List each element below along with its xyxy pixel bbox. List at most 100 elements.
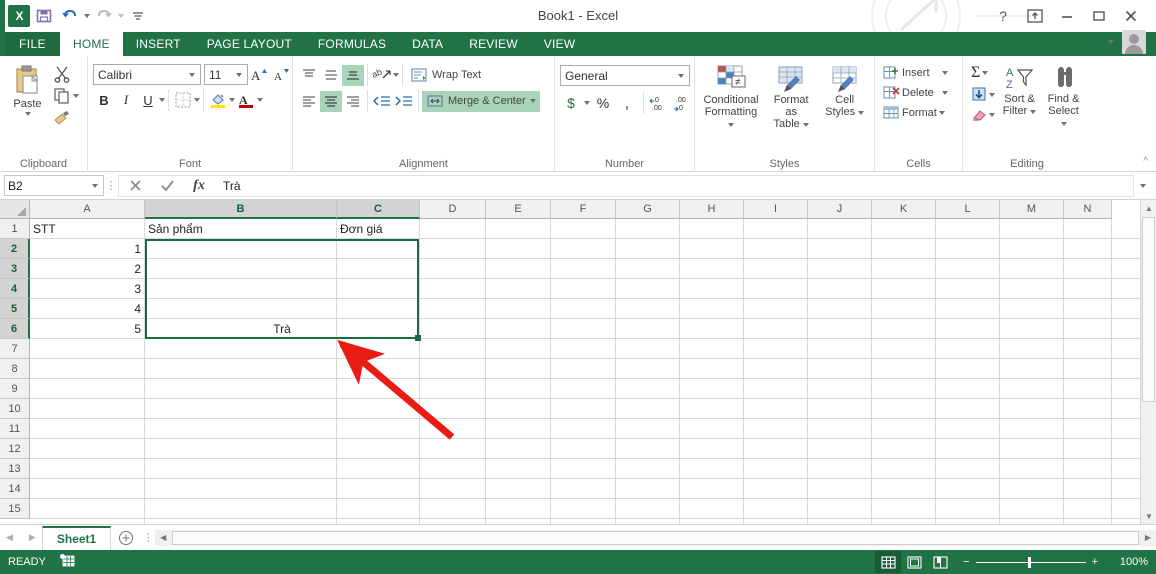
sort-filter-dropdown-icon[interactable] [1030, 110, 1037, 114]
scroll-left-button[interactable]: ◀ [155, 529, 172, 546]
column-header-L[interactable]: L [936, 200, 1000, 219]
window-controls[interactable]: ? [988, 0, 1146, 32]
row-header-7[interactable]: 7 [0, 339, 30, 359]
sheet-nav-buttons[interactable]: ◀ ▶ [0, 532, 42, 543]
cell-styles-button[interactable]: Cell Styles [820, 62, 869, 120]
column-header-F[interactable]: F [551, 200, 616, 219]
page-break-view-button[interactable] [927, 551, 953, 573]
cell-styles-dropdown-icon[interactable] [858, 111, 865, 115]
tab-page-layout[interactable]: PAGE LAYOUT [194, 32, 305, 56]
scroll-down-button[interactable]: ▼ [1141, 508, 1156, 524]
align-top-button[interactable] [298, 65, 320, 86]
font-name-dropdown-icon[interactable] [189, 72, 195, 77]
find-select-dropdown-icon[interactable] [1060, 122, 1067, 126]
record-macro-icon[interactable] [59, 554, 75, 570]
minimize-button[interactable] [1052, 2, 1082, 30]
scroll-up-button[interactable]: ▲ [1141, 200, 1156, 216]
tab-formulas[interactable]: FORMULAS [305, 32, 399, 56]
cell-A6[interactable]: 5 [30, 319, 145, 339]
delete-cells-button[interactable]: Delete [880, 84, 951, 101]
tab-splitter[interactable]: ⋮ [141, 531, 155, 544]
column-header-J[interactable]: J [808, 200, 872, 219]
font-color-button[interactable]: A [235, 90, 257, 111]
underline-dropdown-icon[interactable] [159, 98, 165, 102]
column-header-C[interactable]: C [337, 200, 420, 219]
sheet-next-icon[interactable]: ▶ [29, 532, 36, 543]
merge-and-center-button[interactable]: Merge & Center [422, 90, 540, 112]
cancel-icon[interactable] [119, 175, 151, 196]
font-color-dropdown-icon[interactable] [257, 98, 263, 102]
align-left-button[interactable] [298, 91, 320, 112]
sheet-tab-strip[interactable]: ◀ ▶ Sheet1 ⋮ ◀ ▶ [0, 524, 1156, 550]
row-header-3[interactable]: 3 [0, 259, 30, 279]
format-painter-button[interactable] [50, 108, 82, 128]
sheet-prev-icon[interactable]: ◀ [6, 532, 13, 543]
align-bottom-button[interactable] [342, 64, 364, 86]
copy-dropdown-icon[interactable] [73, 94, 79, 98]
add-sheet-button[interactable] [111, 530, 141, 546]
autosum-button[interactable]: Σ [968, 63, 998, 83]
row-header-5[interactable]: 5 [0, 299, 30, 319]
zoom-out-button[interactable]: − [963, 556, 969, 568]
merged-cell-B2-C6[interactable]: Trà [145, 239, 421, 341]
column-header-K[interactable]: K [872, 200, 936, 219]
tab-home[interactable]: HOME [59, 32, 123, 56]
column-header-D[interactable]: D [420, 200, 486, 219]
column-header-E[interactable]: E [486, 200, 551, 219]
vertical-scroll-thumb[interactable] [1142, 217, 1155, 402]
align-right-button[interactable] [342, 91, 364, 112]
format-cells-button[interactable]: Format [880, 104, 948, 121]
row-header-6[interactable]: 6 [0, 319, 30, 339]
decrease-font-size-button[interactable]: A [270, 64, 292, 85]
fill-button[interactable] [968, 86, 998, 103]
wrap-text-button[interactable]: Wrap Text [406, 65, 485, 86]
column-header-A[interactable]: A [30, 200, 145, 219]
formula-input[interactable]: Trà [215, 174, 1134, 197]
quick-access-toolbar[interactable]: X [0, 0, 150, 32]
zoom-level[interactable]: 100% [1108, 556, 1148, 568]
align-center-button[interactable] [320, 90, 342, 112]
fill-dropdown-icon[interactable] [989, 92, 995, 97]
tab-file[interactable]: FILE [5, 32, 60, 56]
orientation-dropdown-icon[interactable] [393, 73, 399, 77]
zoom-track[interactable] [975, 556, 1086, 568]
column-header-G[interactable]: G [616, 200, 680, 219]
formula-bar-buttons[interactable]: fx [118, 174, 215, 197]
vertical-scrollbar[interactable]: ▲ ▼ [1140, 200, 1156, 524]
font-name-input[interactable]: Calibri [93, 64, 201, 85]
row-header-11[interactable]: 11 [0, 419, 30, 439]
row-header-8[interactable]: 8 [0, 359, 30, 379]
borders-button[interactable] [172, 90, 194, 111]
save-icon[interactable] [32, 4, 56, 28]
signin-dropdown-icon[interactable] [1108, 40, 1114, 44]
orientation-button[interactable]: ab [371, 65, 393, 86]
italic-button[interactable]: I [115, 90, 137, 111]
normal-view-button[interactable] [875, 551, 902, 573]
tab-insert[interactable]: INSERT [123, 32, 194, 56]
bold-button[interactable]: B [93, 90, 115, 111]
row-header-10[interactable]: 10 [0, 399, 30, 419]
conditional-formatting-button[interactable]: ≠ Conditional Formatting [700, 62, 762, 132]
accounting-format-button[interactable]: $ [560, 93, 582, 114]
format-dropdown-icon[interactable] [938, 110, 945, 115]
cell-B1[interactable]: Sản phẩm [145, 219, 337, 239]
font-size-input[interactable]: 11 [204, 64, 248, 85]
underline-button[interactable]: U [137, 90, 159, 111]
row-header-1[interactable]: 1 [0, 219, 30, 239]
tab-view[interactable]: VIEW [531, 32, 588, 56]
row-header-14[interactable]: 14 [0, 479, 30, 499]
ribbon-display-options-icon[interactable] [1020, 2, 1050, 30]
column-header-I[interactable]: I [744, 200, 808, 219]
decrease-decimal-button[interactable]: .00.0 [673, 93, 695, 114]
horizontal-scroll-thumb[interactable] [172, 530, 1139, 545]
cell-A2[interactable]: 1 [30, 239, 145, 259]
row-header-15[interactable]: 15 [0, 499, 30, 519]
tab-data[interactable]: DATA [399, 32, 456, 56]
row-header-13[interactable]: 13 [0, 459, 30, 479]
tab-review[interactable]: REVIEW [456, 32, 531, 56]
spreadsheet-grid[interactable]: A B C D E F G H I J K L M N 1 2 3 4 5 6 … [0, 200, 1156, 524]
row-header-12[interactable]: 12 [0, 439, 30, 459]
insert-dropdown-icon[interactable] [941, 70, 948, 75]
cell-A5[interactable]: 4 [30, 299, 145, 319]
accounting-dropdown-icon[interactable] [584, 101, 590, 105]
